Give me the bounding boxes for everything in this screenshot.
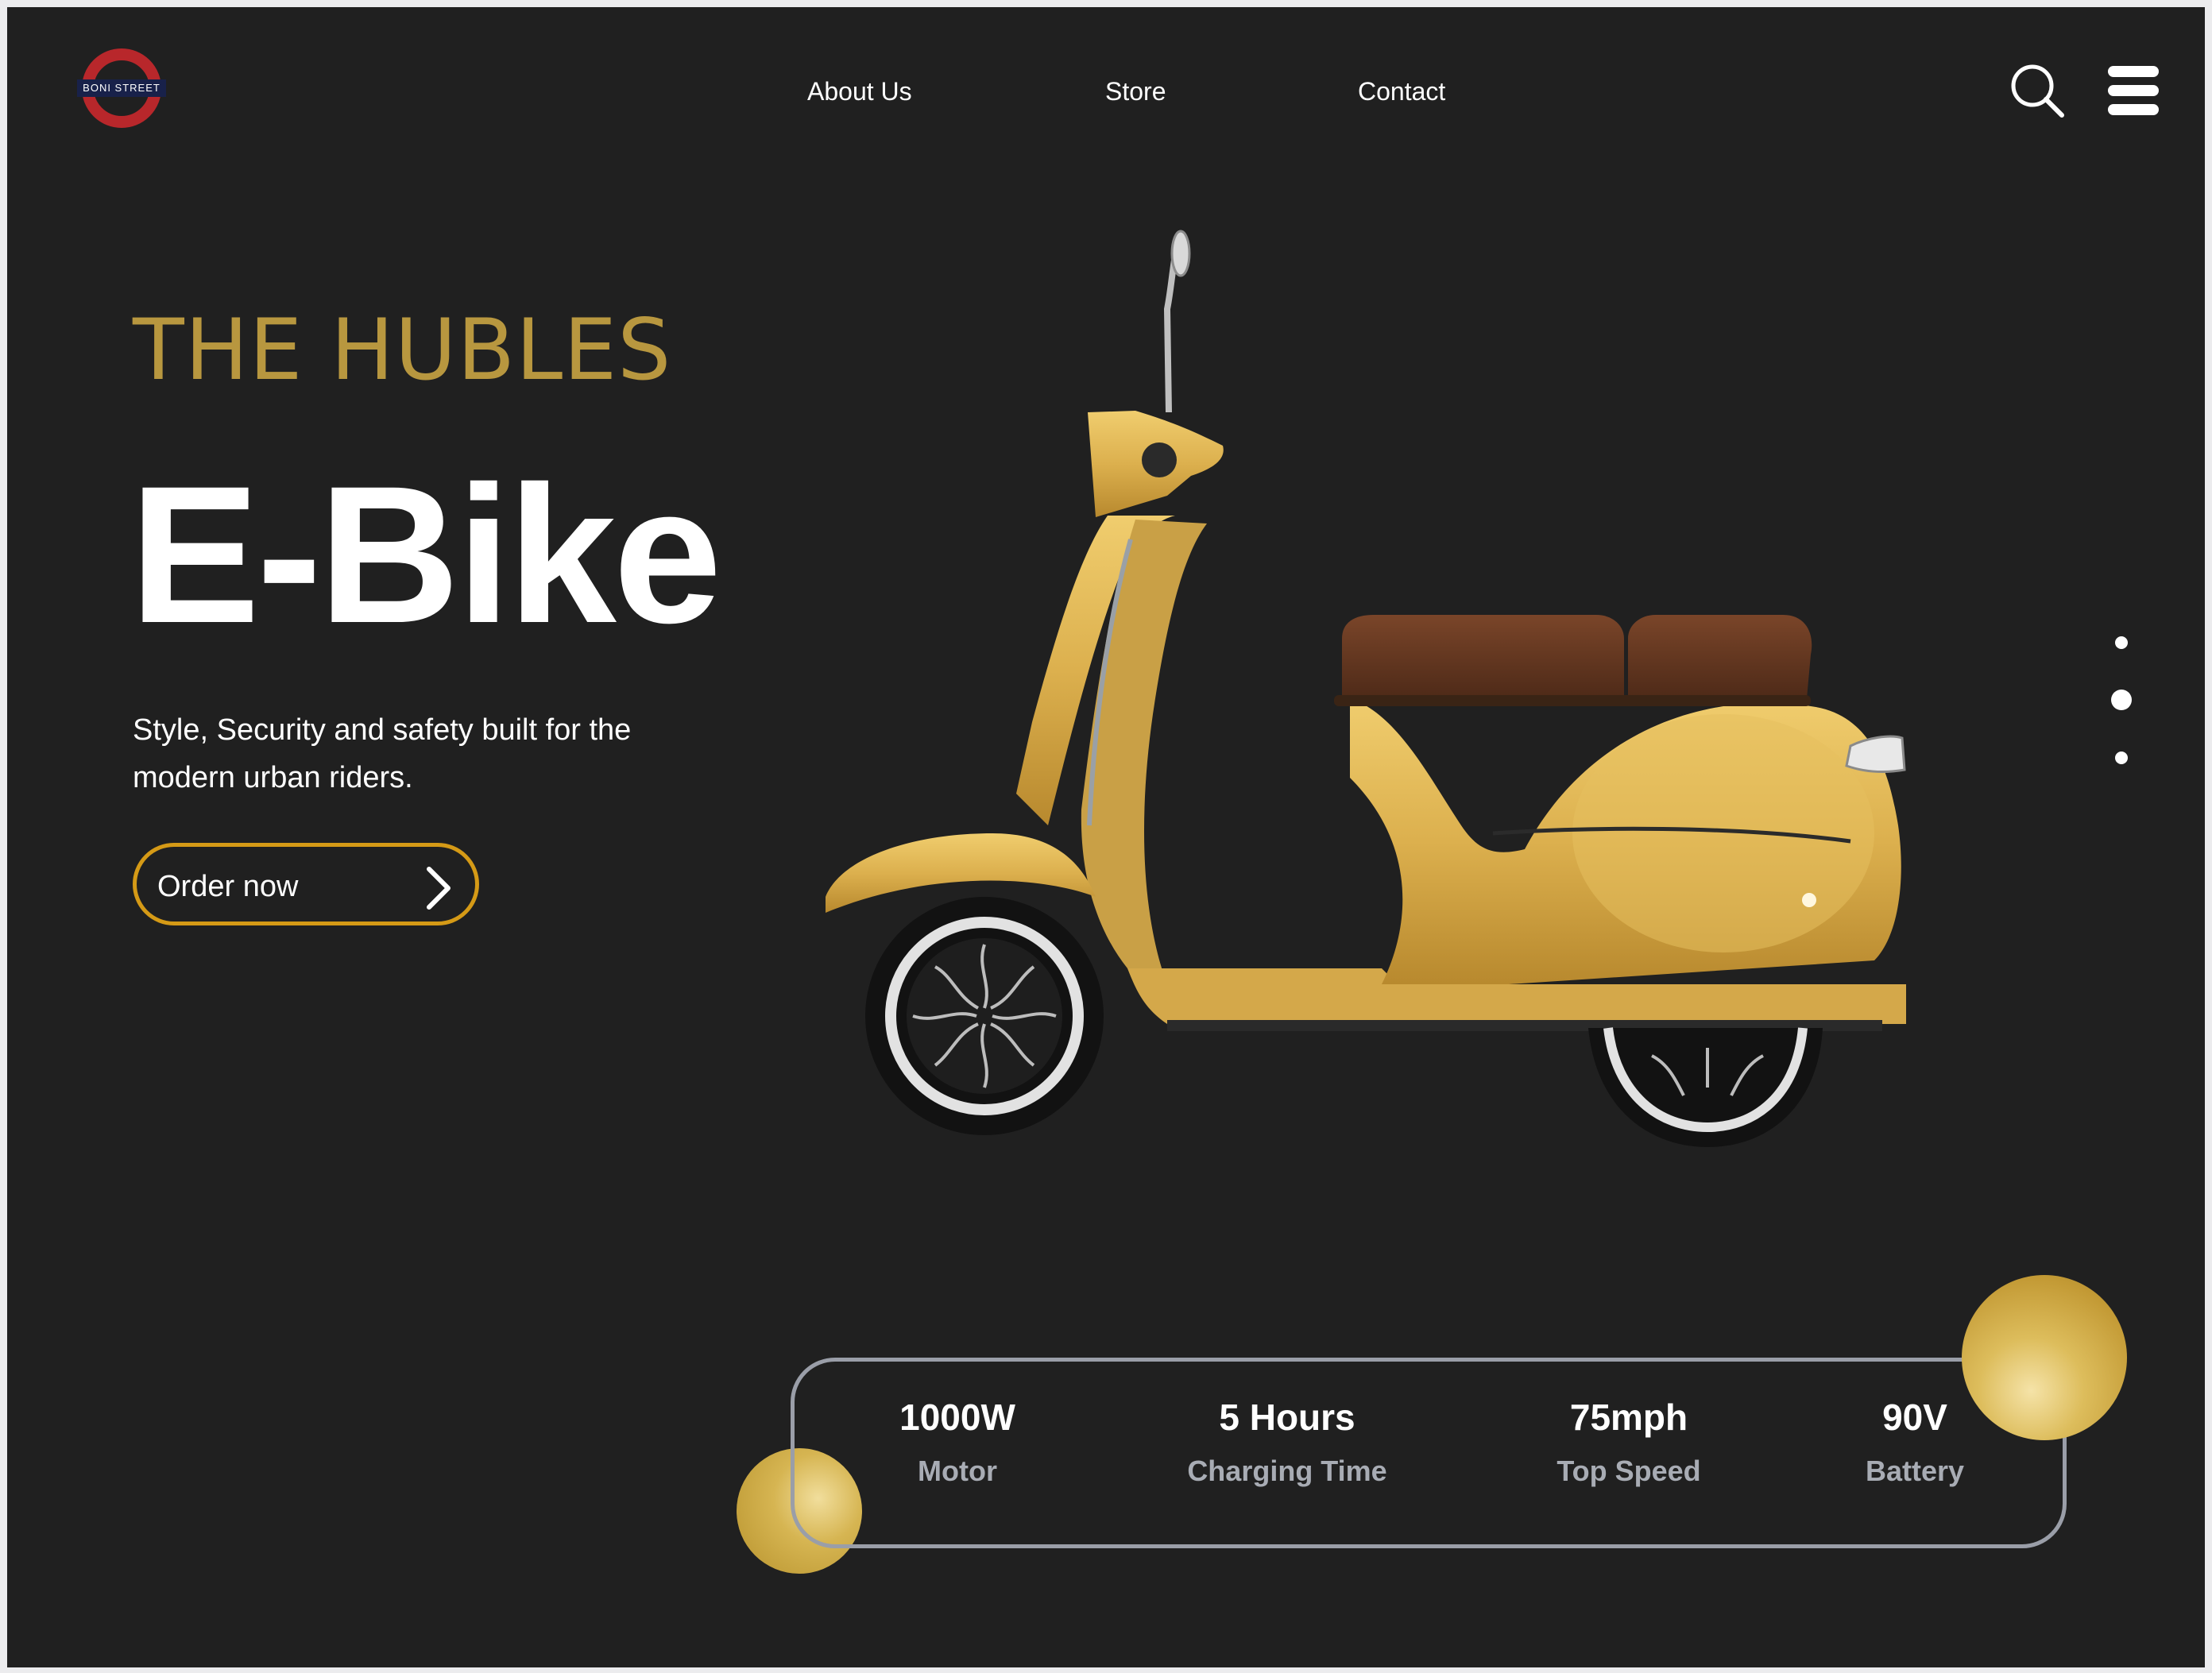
hero-tagline: Style, Security and safety built for the…	[133, 713, 632, 794]
carousel-dot-2-active[interactable]	[2111, 690, 2132, 710]
carousel-dot-3[interactable]	[2115, 751, 2128, 764]
spec-charging-time: 5 Hours Charging Time	[1168, 1393, 1406, 1492]
spec-label: Battery	[1865, 1455, 1965, 1487]
nav-contact[interactable]: Contact	[1358, 75, 1445, 107]
menu-button[interactable]	[2108, 64, 2159, 117]
brand-logo[interactable]: BONI STREET	[77, 44, 166, 133]
spec-label: Top Speed	[1557, 1455, 1701, 1487]
hero-page: BONI STREET About Us Store Contact THE H…	[7, 7, 2205, 1667]
spec-motor: 1000W Motor	[866, 1393, 1049, 1492]
search-icon	[2011, 64, 2064, 118]
spec-battery: 90V Battery	[1847, 1393, 1982, 1492]
spec-value: 1000W	[899, 1397, 1015, 1438]
hero-eyebrow: THE HUBLES	[133, 301, 672, 399]
spec-label: Charging Time	[1187, 1455, 1387, 1487]
spec-value: 5 Hours	[1219, 1397, 1355, 1438]
yellow-scooter-image	[826, 230, 1906, 1147]
logo-text: BONI STREET	[77, 79, 166, 97]
specs-card: 1000W Motor 5 Hours Charging Time 75mph …	[791, 1358, 2067, 1548]
carousel-dot-1[interactable]	[2115, 636, 2128, 649]
nav-store[interactable]: Store	[1105, 75, 1166, 107]
order-now-button[interactable]: Order now	[133, 843, 479, 925]
spec-label: Motor	[918, 1455, 997, 1487]
chevron-right-icon	[427, 867, 451, 910]
hero-title: E-Bike	[130, 446, 722, 664]
spec-value: 75mph	[1569, 1397, 1688, 1438]
spec-top-speed: 75mph Top Speed	[1537, 1393, 1720, 1492]
nav-about-us[interactable]: About Us	[807, 75, 912, 107]
decorative-sphere-large	[1962, 1275, 2127, 1440]
search-button[interactable]	[2009, 63, 2065, 118]
hamburger-menu-icon	[2108, 66, 2159, 115]
order-now-label: Order now	[157, 870, 299, 903]
spec-value: 90V	[1882, 1397, 1947, 1438]
